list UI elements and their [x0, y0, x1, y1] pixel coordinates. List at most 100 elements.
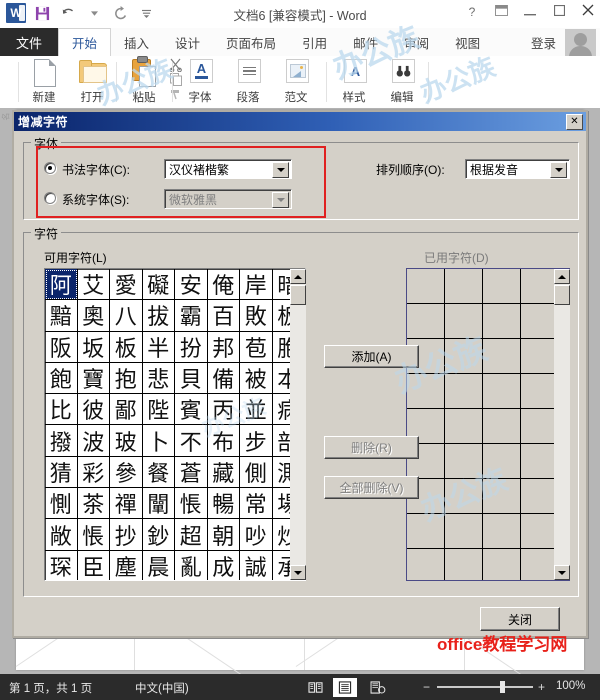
system-font-combo[interactable]: 微软雅黑 [164, 189, 292, 209]
available-char-cell[interactable]: 抄 [110, 519, 143, 551]
used-chars-panel[interactable] [406, 268, 570, 581]
available-char-cell[interactable]: 安 [175, 269, 208, 301]
tab-review[interactable]: 审阅 [391, 28, 442, 56]
available-char-cell[interactable]: 彼 [77, 394, 110, 426]
available-char-cell[interactable]: 黯 [45, 300, 78, 332]
used-char-cell[interactable] [445, 374, 483, 409]
used-char-cell[interactable] [407, 514, 445, 549]
used-char-cell[interactable] [445, 409, 483, 444]
web-layout-icon[interactable] [366, 678, 390, 697]
available-char-cell[interactable]: 備 [207, 362, 240, 395]
tab-home[interactable]: 开始 [58, 28, 112, 56]
available-char-cell[interactable]: 卜 [142, 425, 175, 457]
available-char-cell[interactable]: 誠 [240, 550, 273, 580]
available-char-cell[interactable]: 苞 [240, 331, 273, 363]
used-char-cell[interactable] [407, 374, 445, 409]
available-char-cell[interactable]: 岸 [240, 269, 273, 301]
available-char-cell[interactable]: 禪 [110, 488, 143, 520]
used-char-cell[interactable] [445, 549, 483, 580]
available-char-cell[interactable]: 比 [45, 394, 78, 426]
available-char-cell[interactable]: 愛 [110, 269, 143, 301]
available-char-cell[interactable]: 邦 [207, 331, 240, 363]
scroll-down-icon[interactable] [290, 565, 306, 580]
available-char-cell[interactable]: 茶 [77, 488, 110, 520]
available-char-cell[interactable]: 鄙 [110, 394, 143, 426]
available-char-cell[interactable]: 礙 [142, 269, 175, 301]
available-char-cell[interactable]: 亂 [175, 550, 208, 580]
dialog-close-button[interactable]: 关闭 [480, 607, 560, 631]
available-char-cell[interactable]: 百 [207, 300, 240, 332]
scroll-down-icon[interactable] [554, 565, 570, 580]
tab-references[interactable]: 引用 [289, 28, 340, 56]
available-char-cell[interactable]: 超 [175, 519, 208, 551]
zoom-level[interactable]: 100% [556, 680, 585, 692]
page-info[interactable]: 第 1 页，共 1 页 [9, 680, 92, 696]
used-char-cell[interactable] [445, 304, 483, 339]
available-char-cell[interactable]: 撥 [45, 425, 78, 457]
available-char-cell[interactable]: 波 [77, 425, 110, 457]
available-char-cell[interactable]: 阪 [45, 331, 78, 363]
used-char-cell[interactable] [445, 339, 483, 374]
available-char-cell[interactable]: 琛 [45, 550, 78, 580]
delete-all-button[interactable]: 全部删除(V) [324, 476, 419, 499]
ribbon-font-button[interactable]: A 字体 [176, 56, 224, 106]
available-char-cell[interactable]: 闡 [142, 488, 175, 520]
tab-page-layout[interactable]: 页面布局 [213, 28, 289, 56]
ribbon-paste-button[interactable]: 粘贴 [120, 56, 168, 106]
chevron-down-icon[interactable] [550, 162, 567, 178]
available-char-cell[interactable]: 惻 [45, 488, 78, 520]
ribbon-paragraph-button[interactable]: 段落 [224, 56, 272, 106]
available-char-cell[interactable]: 板 [110, 331, 143, 363]
used-chars-grid[interactable] [407, 269, 559, 580]
available-char-cell[interactable]: 塵 [110, 550, 143, 580]
used-char-cell[interactable] [483, 549, 521, 580]
ribbon-sample-button[interactable]: 范文 [272, 56, 320, 106]
available-chars-grid[interactable]: 阿艾愛礙安俺岸暗黯奧八拔霸百敗板阪坂板半扮邦苞胞飽寶抱悲貝備被本比彼鄙陛賓丙並病… [45, 269, 305, 580]
add-button[interactable]: 添加(A) [324, 345, 419, 368]
scroll-thumb[interactable] [554, 285, 570, 305]
available-char-cell[interactable]: 蒼 [175, 456, 208, 489]
used-char-cell[interactable] [445, 269, 483, 304]
available-char-cell[interactable]: 陛 [142, 394, 175, 426]
used-chars-scrollbar[interactable] [554, 269, 570, 580]
close-button[interactable] [580, 3, 596, 21]
scroll-up-icon[interactable] [290, 269, 306, 284]
used-char-cell[interactable] [445, 514, 483, 549]
available-char-cell[interactable]: 暢 [207, 488, 240, 520]
zoom-in-button[interactable]: + [538, 680, 545, 694]
maximize-button[interactable] [551, 3, 567, 21]
zoom-out-button[interactable]: − [423, 680, 430, 694]
used-char-cell[interactable] [483, 304, 521, 339]
available-char-cell[interactable]: 彩 [77, 456, 110, 489]
available-char-cell[interactable]: 阿 [45, 269, 78, 301]
minimize-button[interactable] [522, 3, 538, 21]
chevron-down-icon[interactable] [272, 192, 289, 208]
scroll-thumb[interactable] [290, 285, 306, 305]
zoom-slider[interactable] [437, 686, 533, 688]
available-char-cell[interactable]: 悵 [175, 488, 208, 520]
used-char-cell[interactable] [483, 479, 521, 514]
available-char-cell[interactable]: 霸 [175, 300, 208, 332]
available-char-cell[interactable]: 俺 [207, 269, 240, 301]
calligraphy-font-combo[interactable]: 汉仪褚楷繁 [164, 159, 292, 179]
available-char-cell[interactable]: 丙 [207, 394, 240, 426]
used-char-cell[interactable] [445, 444, 483, 479]
tab-mailings[interactable]: 邮件 [340, 28, 391, 56]
used-char-cell[interactable] [407, 269, 445, 304]
available-char-cell[interactable]: 猜 [45, 456, 78, 489]
used-char-cell[interactable] [483, 409, 521, 444]
available-char-cell[interactable]: 並 [240, 394, 273, 426]
available-char-cell[interactable]: 敞 [45, 519, 78, 551]
available-char-cell[interactable]: 拔 [142, 300, 175, 332]
ribbon-new-button[interactable]: 新建 [20, 56, 68, 106]
available-char-cell[interactable]: 扮 [175, 331, 208, 363]
zoom-slider-knob[interactable] [500, 681, 505, 693]
tab-view[interactable]: 视图 [442, 28, 493, 56]
available-char-cell[interactable]: 悲 [142, 362, 175, 395]
tab-file[interactable]: 文件 [0, 28, 58, 56]
available-char-cell[interactable]: 悵 [77, 519, 110, 551]
chevron-down-icon[interactable] [272, 162, 289, 178]
available-char-cell[interactable]: 八 [110, 300, 143, 332]
available-char-cell[interactable]: 艾 [77, 269, 110, 301]
ribbon-styles-button[interactable]: A 样式 [330, 56, 378, 106]
